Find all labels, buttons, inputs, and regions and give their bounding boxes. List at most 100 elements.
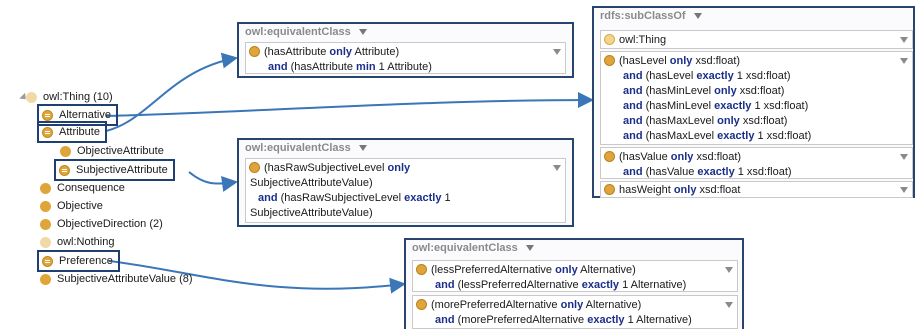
tree-label: Objective [57, 200, 103, 212]
tree-item-subjective-attribute-value[interactable]: SubjectiveAttributeValue (8) [40, 271, 193, 287]
arrow-subjective-to-equivalent [188, 171, 238, 192]
keyword: exactly [581, 279, 620, 291]
axiom-frame[interactable]: hasWeight only xsd:float [600, 181, 913, 198]
axiom-text: hasWeight [619, 184, 674, 196]
tree-item-objective-attribute[interactable]: ObjectiveAttribute [60, 143, 164, 159]
tree-item-subjective-attribute[interactable]: SubjectiveAttribute [54, 159, 175, 181]
panel-title: owl:equivalentClass [245, 142, 351, 154]
axiom-frame[interactable]: owl:Thing [600, 30, 913, 49]
tree-item-owl-thing[interactable]: owl:Thing (10) [26, 89, 113, 105]
keyword: and [435, 279, 455, 291]
tree-item-consequence[interactable]: Consequence [40, 180, 125, 196]
axiom-text: (hasAttribute [264, 46, 330, 58]
axiom-text: (hasMaxLevel [642, 130, 718, 142]
tree-label: Attribute [59, 126, 100, 138]
dropdown-triangle-icon[interactable] [725, 267, 733, 273]
class-dot-icon [40, 273, 51, 285]
keyword: only [714, 85, 737, 97]
keyword: min [356, 61, 376, 73]
dropdown-triangle-icon[interactable] [358, 29, 367, 36]
equivalent-class-icon [249, 46, 260, 57]
tree-item-preference[interactable]: Preference [37, 250, 120, 272]
equivalent-class-icon [416, 299, 427, 310]
tree-label: owl:Thing (10) [43, 91, 113, 103]
axiom-frame[interactable]: (morePreferredAlternative only Alternati… [412, 295, 738, 329]
keyword: exactly [404, 192, 442, 204]
data-property-icon [604, 184, 615, 195]
axiom-text: (hasLevel [619, 55, 670, 67]
axiom-text: (hasLevel [642, 70, 697, 82]
axiom-frame[interactable]: (hasLevel only xsd:float) and (hasLevel … [600, 51, 913, 145]
keyword: and [623, 85, 643, 97]
subjective-attribute-equivalent-class-panel: owl:equivalentClass (hasRawSubjectiveLev… [237, 138, 574, 227]
axiom-text: Alternative) [577, 264, 636, 276]
keyword: only [555, 264, 578, 276]
dropdown-triangle-icon[interactable] [553, 165, 561, 171]
keyword: only [387, 162, 411, 174]
dropdown-triangle-icon[interactable] [900, 58, 908, 64]
arrow-alternative-to-subclass [105, 92, 594, 117]
keyword: only [673, 184, 697, 196]
dropdown-triangle-icon[interactable] [900, 154, 908, 160]
tree-item-owl-nothing[interactable]: owl:Nothing [40, 234, 114, 250]
dropdown-triangle-icon[interactable] [900, 37, 908, 43]
keyword: exactly [697, 166, 735, 178]
axiom-text: (hasRawSubjectiveLevel [277, 192, 405, 204]
arrow-attribute-to-equivalent [105, 52, 238, 132]
equivalent-class-icon [42, 126, 53, 138]
class-dot-icon [26, 91, 37, 103]
axiom-text: 1 xsd:float) [754, 130, 812, 142]
axiom-text: (morePreferredAlternative [454, 314, 588, 326]
axiom-text: (lessPreferredAlternative [431, 264, 556, 276]
tree-item-objective[interactable]: Objective [40, 198, 103, 214]
equivalent-class-icon [42, 255, 53, 267]
axiom-frame[interactable]: (lessPreferredAlternative only Alternati… [412, 260, 738, 292]
axiom-text: 1 xsd:float) [734, 166, 792, 178]
panel-title: owl:equivalentClass [412, 242, 518, 254]
axiom-text: (hasMinLevel [642, 100, 715, 112]
keyword: and [623, 70, 643, 82]
keyword: and [623, 130, 643, 142]
axiom-text: (hasMinLevel [642, 85, 715, 97]
panel-title: rdfs:subClassOf [600, 10, 686, 22]
class-dot-icon [40, 236, 51, 248]
equivalent-class-icon [604, 55, 615, 66]
class-dot-icon [40, 218, 51, 230]
keyword: exactly [696, 70, 734, 82]
tree-label: Alternative [59, 109, 111, 121]
panel-title: owl:equivalentClass [245, 26, 351, 38]
dropdown-triangle-icon[interactable] [693, 13, 702, 20]
axiom-frame[interactable]: (hasRawSubjectiveLevel only SubjectiveAt… [245, 158, 566, 223]
keyword: exactly [587, 314, 625, 326]
axiom-text: 1 Alternative) [619, 279, 687, 291]
axiom-frame[interactable]: (hasAttribute only Attribute) and (hasAt… [245, 42, 566, 74]
tree-label: ObjectiveDirection (2) [57, 218, 163, 230]
dropdown-triangle-icon[interactable] [358, 145, 367, 152]
dropdown-triangle-icon[interactable] [525, 245, 534, 252]
dropdown-triangle-icon[interactable] [900, 187, 908, 193]
axiom-text: (hasAttribute [287, 61, 357, 73]
tree-label: SubjectiveAttributeValue (8) [57, 273, 193, 285]
class-dot-icon [60, 145, 71, 157]
axiom-frame[interactable]: (hasValue only xsd:float) and (hasValue … [600, 147, 913, 179]
tree-item-objective-direction[interactable]: ObjectiveDirection (2) [40, 216, 163, 232]
keyword: only [717, 115, 740, 127]
keyword: and [623, 100, 643, 112]
attribute-equivalent-class-panel: owl:equivalentClass (hasAttribute only A… [237, 22, 574, 78]
dropdown-triangle-icon[interactable] [725, 302, 733, 308]
keyword: only [560, 299, 584, 311]
axiom-text: xsd:float [696, 184, 741, 196]
keyword: and [268, 61, 288, 73]
axiom-text: (morePreferredAlternative [431, 299, 561, 311]
dropdown-triangle-icon[interactable] [553, 49, 561, 55]
equivalent-class-icon [249, 162, 260, 173]
tree-item-attribute[interactable]: Attribute [37, 121, 107, 143]
axiom-text: owl:Thing [619, 34, 667, 46]
axiom-text: 1 xsd:float) [751, 100, 809, 112]
tree-label: Consequence [57, 182, 125, 194]
axiom-text: SubjectiveAttributeValue) [250, 177, 373, 189]
tree-item-alternative[interactable]: Alternative [37, 104, 118, 126]
axiom-text: (hasMaxLevel [642, 115, 718, 127]
tree-label: Preference [59, 255, 113, 267]
axiom-text: xsd:float) [739, 115, 788, 127]
